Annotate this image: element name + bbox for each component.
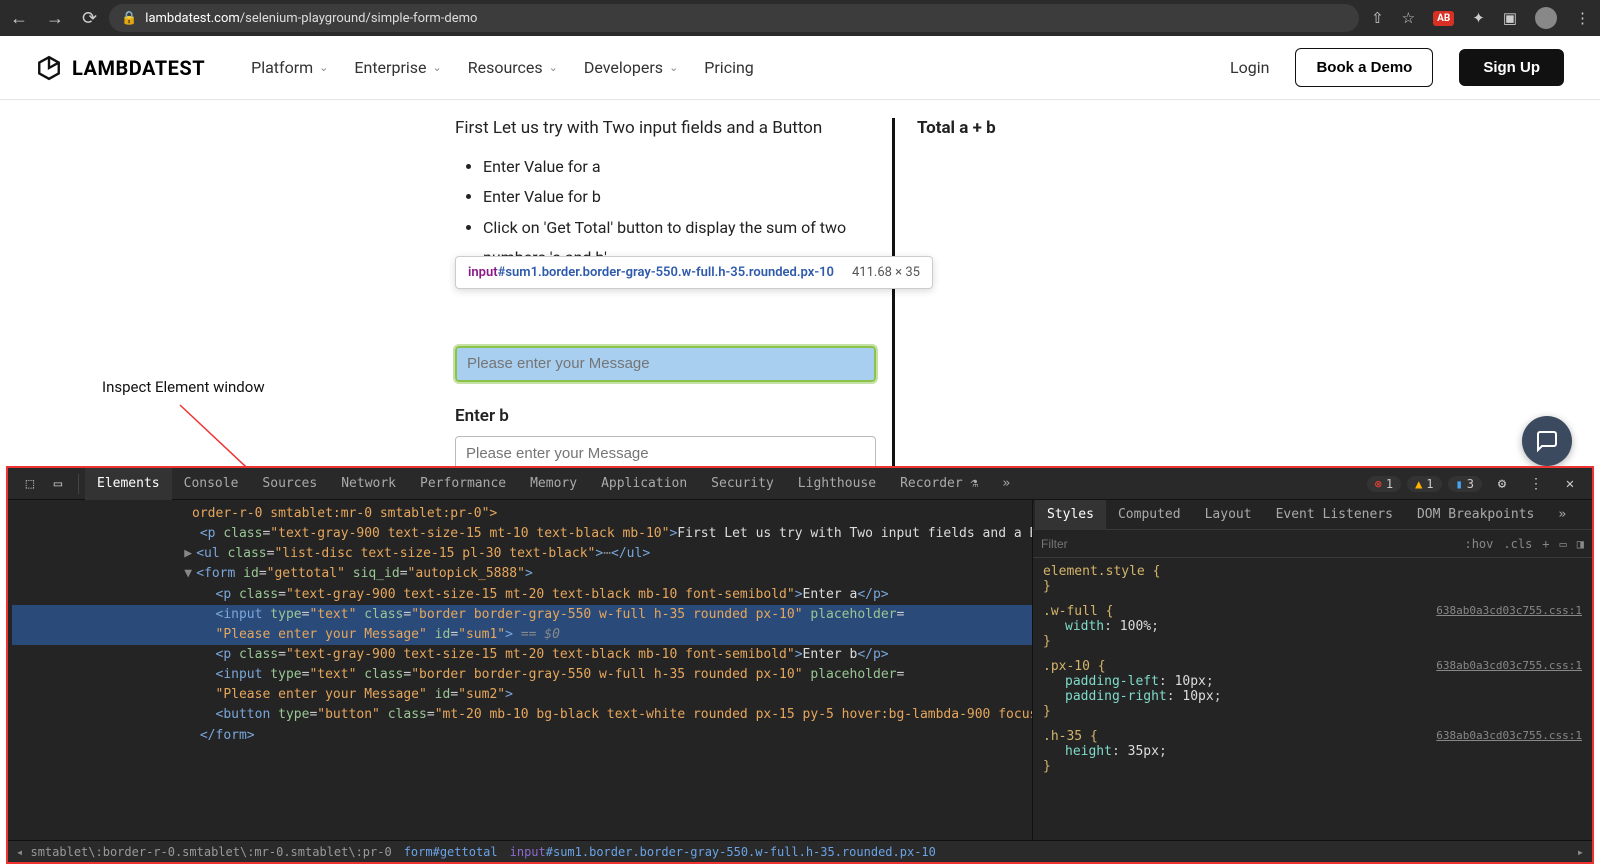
devices-icon[interactable]: ▭ [1560,537,1567,551]
error-count[interactable]: ⊗1 [1367,476,1401,492]
styles-tab-dom[interactable]: DOM Breakpoints [1405,500,1546,530]
nav-enterprise[interactable]: Enterprise⌄ [354,58,441,77]
devtools-status: ⊗1 ▲1 ▮3 ⚙ ⋮ ✕ [1367,476,1584,492]
nav-developers[interactable]: Developers⌄ [584,58,678,77]
menu-icon[interactable]: ⋮ [1575,9,1590,27]
list-item: Enter Value for b [483,182,876,212]
styles-overflow[interactable]: » [1546,500,1578,530]
brand-logo[interactable]: LAMBDATEST [36,55,205,81]
devtools-tabs: ⬚ ▭ Elements Console Sources Network Per… [8,468,1592,500]
tab-performance[interactable]: Performance [408,468,518,500]
site-header: LAMBDATEST Platform⌄ Enterprise⌄ Resourc… [0,36,1600,100]
styles-tabs: Styles Computed Layout Event Listeners D… [1033,500,1592,530]
warning-count[interactable]: ▲1 [1407,476,1441,492]
chevron-down-icon: ⌄ [549,61,558,74]
signup-button[interactable]: Sign Up [1459,49,1564,86]
more-icon[interactable]: ⋮ [1522,476,1550,492]
nav-arrows: ← → ⟳ [10,8,97,29]
elements-tree[interactable]: order-r-0 smtablet:mr-0 smtablet:pr-0"> … [8,500,1032,840]
url-bar[interactable]: 🔒 lambdatest.com/selenium-playground/sim… [109,4,1359,32]
extension-badge[interactable]: AB [1433,11,1454,26]
chrome-right-icons: ⇧ ☆ AB ✦ ▣ ⋮ [1371,7,1590,29]
reload-icon[interactable]: ⟳ [82,8,97,29]
styles-panel: Styles Computed Layout Event Listeners D… [1032,500,1592,840]
intro-text: First Let us try with Two input fields a… [455,118,876,138]
new-rule-icon[interactable]: + [1542,537,1549,551]
forward-icon[interactable]: → [46,8,64,29]
close-icon[interactable]: ✕ [1556,476,1584,492]
share-icon[interactable]: ⇧ [1371,9,1384,27]
device-icon[interactable]: ▭ [44,476,72,492]
sum1-input[interactable] [455,346,876,382]
chat-icon [1535,429,1559,453]
tooltip-dims: 411.68 × 35 [852,265,920,280]
nav-resources[interactable]: Resources⌄ [468,58,558,77]
annotation-label: Inspect Element window [102,378,265,396]
nav-platform[interactable]: Platform⌄ [251,58,328,77]
tab-memory[interactable]: Memory [518,468,589,500]
styles-tab-events[interactable]: Event Listeners [1264,500,1405,530]
devtools-panel: ⬚ ▭ Elements Console Sources Network Per… [8,468,1592,862]
url-path: /selenium-playground/simple-form-demo [240,11,478,26]
nav-pricing[interactable]: Pricing [704,58,754,77]
styles-content[interactable]: element.style {}.w-full {638ab0a3cd03c75… [1033,558,1592,840]
tab-elements[interactable]: Elements [85,468,172,500]
login-link[interactable]: Login [1230,58,1269,77]
styles-filter-input[interactable] [1041,537,1454,551]
info-count[interactable]: ▮3 [1448,476,1482,492]
styles-filter-row: :hov .cls + ▭ ◨ [1033,530,1592,558]
enter-b-label: Enter b [455,406,876,426]
brand-text: LAMBDATEST [72,56,205,80]
back-icon[interactable]: ← [10,8,28,29]
styles-tab-computed[interactable]: Computed [1106,500,1193,530]
book-demo-button[interactable]: Book a Demo [1295,48,1433,87]
inspect-tooltip: input#sum1.border.border-gray-550.w-full… [455,256,933,289]
extensions-icon[interactable]: ✦ [1472,9,1485,27]
chevron-down-icon: ⌄ [669,61,678,74]
devtools-highlight-box: ⬚ ▭ Elements Console Sources Network Per… [6,466,1594,864]
profile-avatar[interactable] [1535,7,1557,29]
panel-icon[interactable]: ▣ [1503,9,1517,27]
inspect-icon[interactable]: ⬚ [16,476,44,492]
url-host: lambdatest.com [145,11,240,26]
star-icon[interactable]: ☆ [1402,9,1415,27]
tab-lighthouse[interactable]: Lighthouse [786,468,888,500]
tab-console[interactable]: Console [172,468,251,500]
settings-icon[interactable]: ⚙ [1488,476,1516,492]
styles-tab-layout[interactable]: Layout [1193,500,1264,530]
hov-toggle[interactable]: :hov [1464,537,1493,551]
list-item: Enter Value for a [483,152,876,182]
tab-network[interactable]: Network [329,468,408,500]
styles-tab-styles[interactable]: Styles [1035,500,1106,530]
nav-links: Platform⌄ Enterprise⌄ Resources⌄ Develop… [251,58,754,77]
tab-sources[interactable]: Sources [250,468,329,500]
lock-icon: 🔒 [121,11,137,26]
sidebar-icon[interactable]: ◨ [1577,537,1584,551]
tab-application[interactable]: Application [589,468,699,500]
cls-toggle[interactable]: .cls [1503,537,1532,551]
chevron-down-icon: ⌄ [319,61,328,74]
chevron-down-icon: ⌄ [433,61,442,74]
tabs-overflow[interactable]: » [990,468,1022,500]
tab-recorder[interactable]: Recorder ⚗ [888,468,990,500]
chat-bubble-button[interactable] [1522,416,1572,466]
logo-icon [36,55,62,81]
total-label: Total a + b [917,118,1145,138]
tab-security[interactable]: Security [699,468,786,500]
page-body: First Let us try with Two input fields a… [0,100,1600,528]
browser-chrome: ← → ⟳ 🔒 lambdatest.com/selenium-playgrou… [0,0,1600,36]
elements-breadcrumb[interactable]: ◂ smtablet\:border-r-0.smtablet\:mr-0.sm… [8,840,1592,862]
